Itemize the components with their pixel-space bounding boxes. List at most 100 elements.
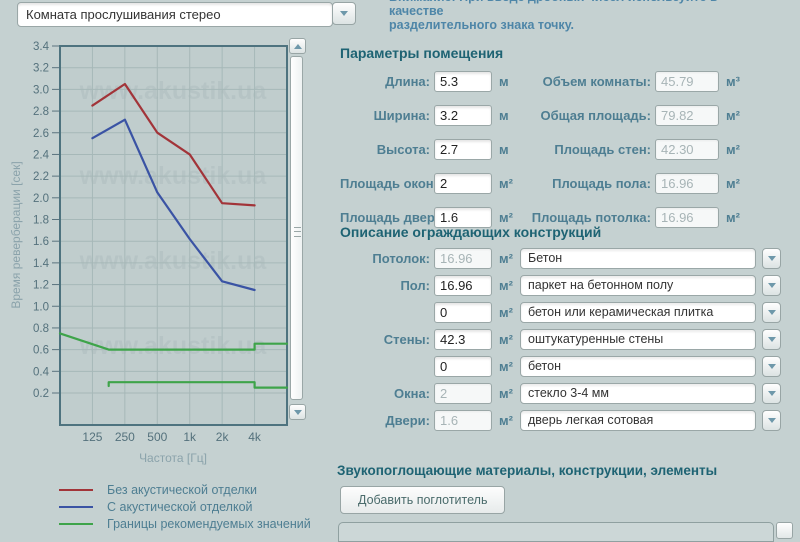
doors-area-label: Площадь дверей: (340, 210, 430, 225)
reverberation-chart: www.akustik.uawww.akustik.uawww.akustik.… (0, 28, 320, 478)
red-line-swatch (59, 489, 93, 491)
scroll-down-button[interactable] (289, 404, 306, 420)
svg-text:250: 250 (115, 430, 135, 444)
ceiling-area-input (434, 248, 492, 269)
room-type-select-button[interactable] (332, 2, 356, 25)
unit-label: м (499, 108, 517, 123)
svg-text:3.2: 3.2 (33, 63, 49, 75)
svg-text:1.0: 1.0 (33, 301, 49, 313)
construction-row-floor2: м² бетон или керамическая плитка (340, 301, 781, 323)
construction-row-doors: Двери: м² дверь легкая сотовая (340, 409, 781, 431)
svg-text:Время реверберации [сек]: Время реверберации [сек] (9, 161, 23, 308)
scroll-up-button[interactable] (289, 38, 306, 54)
windows-label: Окна: (340, 386, 430, 401)
chevron-up-icon (294, 44, 302, 49)
floor-area-input[interactable] (434, 275, 492, 296)
width-label: Ширина: (340, 108, 430, 123)
volume-label: Объем комнаты: (519, 74, 651, 89)
doors-material-select-button[interactable] (762, 410, 781, 431)
width-input[interactable] (434, 105, 492, 126)
doors-material-select[interactable]: дверь легкая сотовая (520, 410, 756, 431)
ceiling-material-value: Бетон (528, 251, 562, 265)
floor-material-value: паркет на бетонном полу (528, 278, 673, 292)
svg-text:0.2: 0.2 (33, 388, 49, 400)
svg-text:2.0: 2.0 (33, 193, 49, 205)
floor-material-select[interactable]: паркет на бетонном полу (520, 275, 756, 296)
green-line-swatch (59, 523, 93, 525)
svg-text:2.8: 2.8 (33, 106, 49, 118)
floor2-material-select[interactable]: бетон или керамическая плитка (520, 302, 756, 323)
ceiling-area-label: Площадь потолка: (519, 210, 651, 225)
walls-material-select[interactable]: оштукатуренные стены (520, 329, 756, 350)
legend-item: Границы рекомендуемых значений (59, 515, 311, 532)
walls-material-value: оштукатуренные стены (528, 332, 663, 346)
scrollbar-track[interactable] (290, 56, 303, 400)
chart-scrollbar[interactable] (289, 38, 306, 420)
svg-text:2.2: 2.2 (33, 171, 49, 183)
walls-material-select-button[interactable] (762, 329, 781, 350)
ceiling-label: Потолок: (340, 251, 430, 266)
constructions-title: Описание ограждающих конструкций (340, 224, 601, 240)
total-area-value (655, 105, 719, 126)
unit-label: м² (499, 386, 517, 401)
unit-label: м² (499, 251, 517, 266)
ceiling-area-value (655, 207, 719, 228)
svg-text:1.2: 1.2 (33, 280, 49, 292)
chevron-down-icon (768, 337, 776, 342)
chevron-down-icon (768, 283, 776, 288)
floor2-area-input[interactable] (434, 302, 492, 323)
ceiling-material-select[interactable]: Бетон (520, 248, 756, 269)
svg-text:www.akustik.ua: www.akustik.ua (79, 332, 268, 360)
chevron-down-icon (340, 11, 348, 16)
floor-area-value (655, 173, 719, 194)
windows-material-value: стекло 3-4 мм (528, 386, 609, 400)
legend-label: С акустической отделкой (107, 500, 253, 514)
windows-area-input[interactable] (434, 173, 492, 194)
instruction-line1: Внимание! При вводе дробных чисел исполь… (389, 0, 769, 18)
unit-label: м³ (726, 74, 744, 89)
scrollbar-grip[interactable] (294, 227, 301, 237)
floor2-material-select-button[interactable] (762, 302, 781, 323)
svg-text:0.8: 0.8 (33, 323, 49, 335)
chevron-down-icon (768, 418, 776, 423)
unit-label: м (499, 74, 517, 89)
walls2-material-select-button[interactable] (762, 356, 781, 377)
chevron-down-icon (768, 364, 776, 369)
param-row-width-totalarea: Ширина: м Общая площадь: м² (340, 104, 744, 126)
chevron-down-icon (768, 256, 776, 261)
length-label: Длина: (340, 74, 430, 89)
unit-label: м² (499, 176, 517, 191)
absorber-list-panel (338, 522, 774, 542)
walls2-area-input[interactable] (434, 356, 492, 377)
doors-label: Двери: (340, 413, 430, 428)
windows-material-select[interactable]: стекло 3-4 мм (520, 383, 756, 404)
walls-area-input[interactable] (434, 329, 492, 350)
room-params-title: Параметры помещения (340, 45, 503, 61)
unit-label: м² (499, 278, 517, 293)
ceiling-material-select-button[interactable] (762, 248, 781, 269)
unit-label: м² (499, 305, 517, 320)
height-input[interactable] (434, 139, 492, 160)
windows-area-input (434, 383, 492, 404)
svg-text:4k: 4k (248, 430, 262, 444)
walls2-material-select[interactable]: бетон (520, 356, 756, 377)
windows-area-label: Площадь окон: (340, 176, 430, 191)
floor-material-select-button[interactable] (762, 275, 781, 296)
floor-label: Пол: (340, 278, 430, 293)
windows-material-select-button[interactable] (762, 383, 781, 404)
svg-text:1k: 1k (183, 430, 197, 444)
length-input[interactable] (434, 71, 492, 92)
svg-text:1.8: 1.8 (33, 215, 49, 227)
svg-text:2.6: 2.6 (33, 128, 49, 140)
room-type-select[interactable]: Комната прослушивания стерео (17, 2, 333, 27)
input-instruction-text: Внимание! При вводе дробных чисел исполь… (389, 0, 769, 32)
construction-row-ceiling: Потолок: м² Бетон (340, 247, 781, 269)
unit-label: м² (499, 413, 517, 428)
unit-label: м² (726, 176, 744, 191)
blue-line-swatch (59, 506, 93, 508)
svg-text:0.4: 0.4 (33, 366, 50, 378)
add-absorber-button[interactable]: Добавить поглотитель (340, 486, 505, 514)
svg-text:2.4: 2.4 (33, 149, 50, 161)
svg-text:3.4: 3.4 (33, 41, 50, 53)
absorbers-title: Звукопоглощающие материалы, конструкции,… (337, 463, 717, 478)
